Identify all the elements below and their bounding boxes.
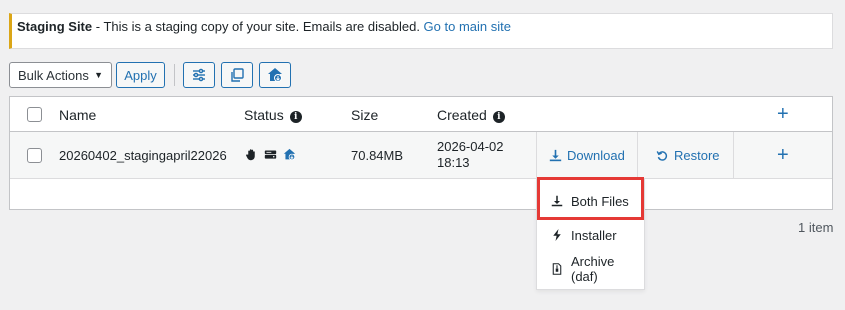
- column-created-label: Created: [437, 107, 487, 123]
- backup-name: 20260402_stagingapril22026: [59, 148, 227, 163]
- restore-icon: [656, 151, 668, 161]
- staging-notice: Staging Site - This is a staging copy of…: [9, 13, 833, 49]
- backup-size: 70.84MB: [351, 148, 404, 163]
- apply-button[interactable]: Apply: [116, 62, 165, 88]
- created-date: 2026-04-02: [437, 139, 504, 154]
- copy-button[interactable]: [221, 62, 253, 88]
- filter-settings-button[interactable]: [183, 62, 215, 88]
- bolt-icon: [553, 229, 561, 241]
- highlight-box: [537, 177, 644, 220]
- column-status[interactable]: Status i: [244, 107, 302, 123]
- file-archive-icon: [552, 263, 562, 275]
- restore-label: Restore: [674, 148, 720, 163]
- notice-message: - This is a staging copy of your site. E…: [92, 19, 424, 34]
- copy-icon: [231, 68, 244, 82]
- item-count: 1 item: [798, 220, 834, 235]
- add-column-icon[interactable]: +: [777, 104, 789, 124]
- download-label: Download: [567, 148, 625, 163]
- main-site-link[interactable]: Go to main site: [424, 19, 511, 34]
- home-cloud-button[interactable]: [259, 62, 291, 88]
- restore-button[interactable]: Restore: [656, 148, 720, 163]
- dropdown-item-archive[interactable]: Archive (daf): [537, 254, 644, 284]
- download-icon: [549, 149, 562, 162]
- home-cloud-icon: [283, 148, 296, 161]
- row-checkbox[interactable]: [27, 148, 42, 163]
- home-cloud-icon: [268, 68, 282, 82]
- table-row: 20260402_stagingapril22026 70.84MB 2026-…: [10, 132, 832, 179]
- info-icon[interactable]: i: [289, 111, 302, 123]
- row-more-icon[interactable]: +: [777, 145, 789, 165]
- column-divider: [536, 132, 537, 179]
- column-created[interactable]: Created i: [437, 107, 505, 123]
- bulk-actions-select[interactable]: Bulk Actions ▼: [9, 62, 112, 88]
- column-divider: [637, 132, 638, 179]
- created-time: 18:13: [437, 155, 470, 170]
- bulk-actions-label: Bulk Actions: [18, 67, 89, 83]
- hand-icon: [246, 149, 255, 161]
- info-icon[interactable]: i: [492, 111, 505, 123]
- status-icons: [245, 148, 296, 161]
- toolbar-divider: [174, 64, 175, 86]
- notice-title: Staging Site: [17, 19, 93, 34]
- dropdown-item-label: Installer: [571, 227, 617, 243]
- toolbar: Bulk Actions ▼ Apply: [9, 62, 297, 88]
- column-size[interactable]: Size: [351, 107, 378, 123]
- download-button[interactable]: Download: [549, 148, 625, 163]
- dropdown-item-label: Archive (daf): [571, 254, 615, 284]
- table-header: Name Status i Size Created i +: [10, 97, 832, 132]
- backups-table: Name Status i Size Created i + 20260402_st…: [9, 96, 833, 210]
- backup-created: 2026-04-02 18:13: [437, 139, 504, 171]
- column-divider: [733, 132, 734, 179]
- select-all-checkbox[interactable]: [27, 107, 42, 122]
- column-name[interactable]: Name: [59, 107, 96, 123]
- server-icon: [264, 150, 277, 159]
- filter-settings-icon: [193, 68, 205, 82]
- dropdown-item-installer[interactable]: Installer: [537, 220, 644, 250]
- column-status-label: Status: [244, 107, 284, 123]
- chevron-down-icon: ▼: [94, 70, 103, 80]
